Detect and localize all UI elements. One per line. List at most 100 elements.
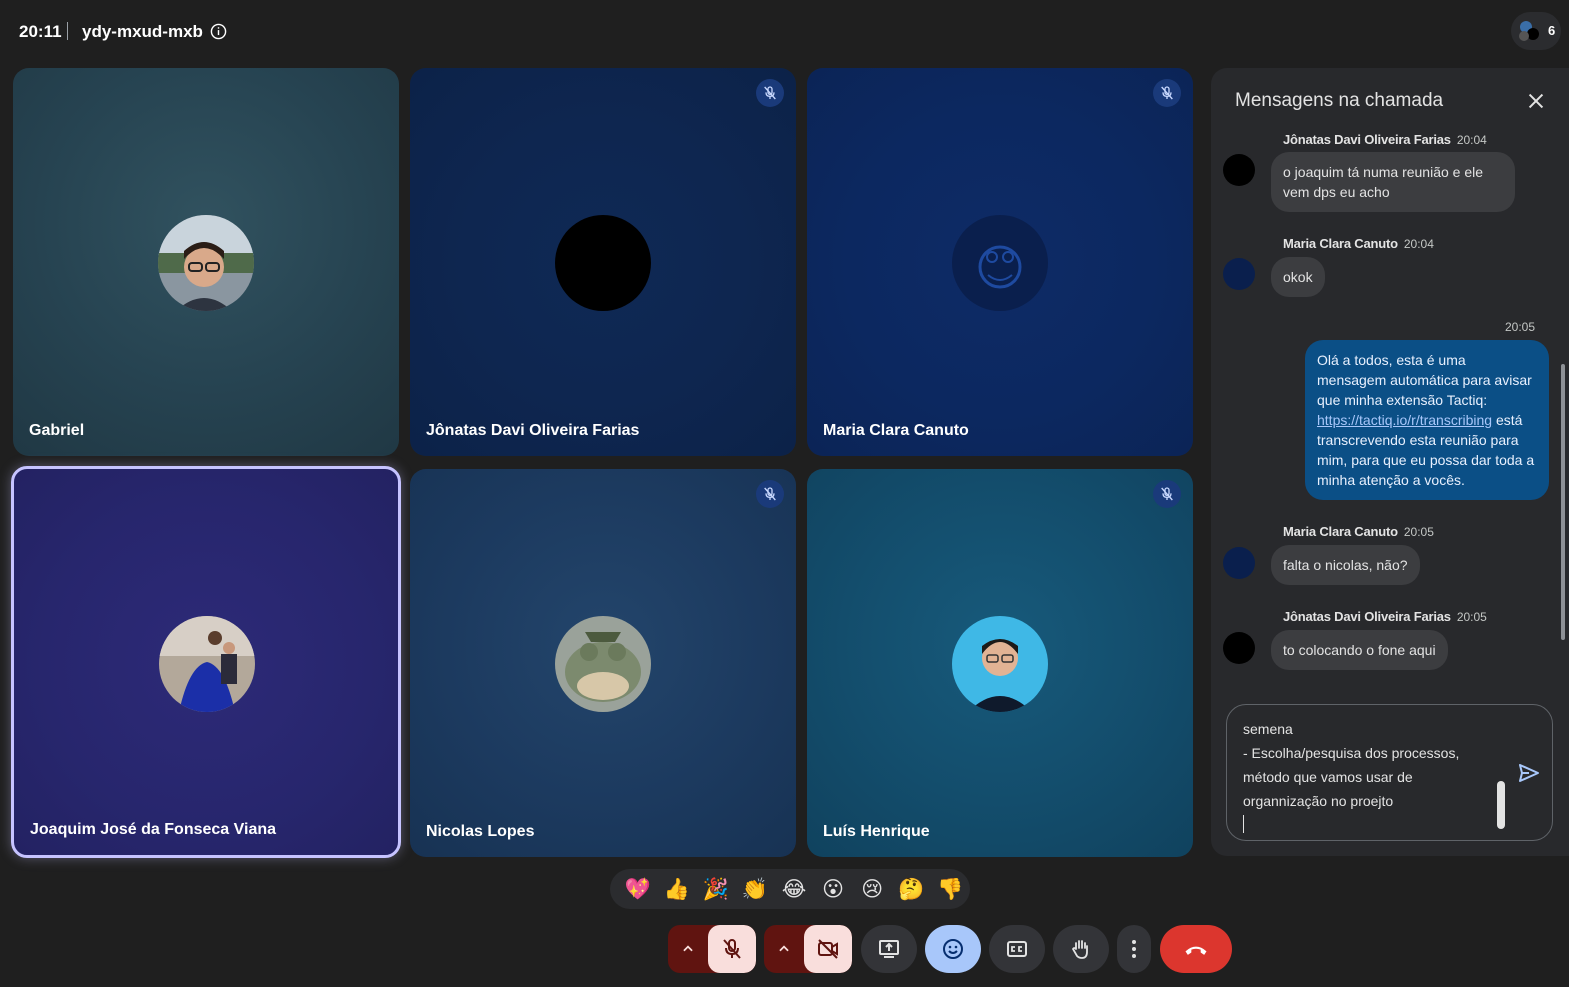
participant-tile[interactable]: Luís Henrique [807,469,1193,857]
message-line: okok [1283,269,1313,285]
chevron-up-icon [779,945,789,952]
reactions-button[interactable] [925,925,981,973]
message-text: está [1492,412,1523,428]
participant-tile[interactable]: Maria Clara Canuto [807,68,1193,456]
raise-hand-button[interactable] [1053,925,1109,973]
message-sender: Jônatas Davi Oliveira Farias [1283,609,1451,624]
message-bubble-own: Olá a todos, esta é uma mensagem automát… [1305,340,1549,500]
message-bubble: o joaquim tá numa reunião e ele vem dps … [1271,152,1515,212]
present-screen-icon [879,940,899,958]
mic-off-icon [1153,79,1181,107]
captions-button[interactable] [989,925,1045,973]
compose-text[interactable]: semena - Escolha/pesquisa dos processos,… [1243,717,1459,813]
mic-control-group [668,925,756,973]
message-line: transcrevendo esta reunião para [1317,432,1519,448]
reaction-thumbs-down[interactable]: 👎 [931,869,970,909]
reactions-bar: 💖 👍 🎉 👏 😂 😮 😢 🤔 👎 [610,869,970,909]
mic-off-icon [756,79,784,107]
message-line: Olá a todos, esta é uma [1317,352,1466,368]
chat-scrollbar[interactable] [1561,364,1565,640]
reaction-party[interactable]: 🎉 [696,869,735,909]
avatar [555,616,651,712]
clock: 20:11 [19,22,62,41]
message-line: falta o nicolas, não? [1283,557,1408,573]
reaction-clap[interactable]: 👏 [735,869,774,909]
people-button[interactable]: 6 [1511,12,1561,50]
message-line: mensagem automática para avisar [1317,372,1532,388]
message-header: Maria Clara Canuto 20:05 [1283,524,1434,539]
top-bar: 20:11 ydy-mxud-mxb 6 [0,0,1569,62]
message-time: 20:05 [1505,320,1536,334]
meeting-code: ydy-mxud-mxb [82,22,203,41]
chat-title: Mensagens na chamada [1235,90,1444,111]
camera-off-icon [818,939,838,959]
participant-name: Luís Henrique [823,823,930,840]
mic-off-icon [1153,480,1181,508]
participant-name: Joaquim José da Fonseca Viana [30,821,277,838]
message-line: mim, para que eu possa dar toda a [1317,452,1535,468]
message-header: Jônatas Davi Oliveira Farias 20:05 [1283,609,1487,624]
end-call-icon [1185,946,1207,955]
message-time: 20:04 [1456,133,1487,147]
message-time: 20:04 [1403,237,1434,251]
compose-scrollbar[interactable] [1497,781,1505,829]
avatar [952,215,1048,311]
participant-avatars-icon [1519,21,1539,41]
participant-tile[interactable]: Nicolas Lopes [410,469,796,857]
reaction-thinking[interactable]: 🤔 [892,869,931,909]
message-time: 20:05 [1403,525,1434,539]
participant-count: 6 [1548,23,1556,38]
text-caret [1243,815,1244,833]
message-sender: Maria Clara Canuto [1283,236,1398,251]
participant-tile-speaking[interactable]: Joaquim José da Fonseca Viana [11,466,401,858]
message-line: vem dps eu acho [1283,184,1390,200]
reaction-thumbs-up[interactable]: 👍 [657,869,696,909]
message-header: Jônatas Davi Oliveira Farias 20:04 [1283,132,1487,147]
message-bubble: okok [1271,257,1325,297]
participant-name: Gabriel [29,422,85,439]
tactiq-link[interactable]: https://tactiq.io/r/transcribing [1317,412,1492,428]
message-line: que minha extensão Tactiq: [1317,392,1488,408]
audio-options-button[interactable] [668,925,708,973]
reaction-sad[interactable]: 😢 [853,869,892,909]
message-sender: Jônatas Davi Oliveira Farias [1283,132,1451,147]
leave-call-button[interactable] [1160,925,1232,973]
reaction-heart[interactable]: 💖 [618,869,657,909]
smiley-icon [943,939,963,959]
send-icon[interactable] [1517,761,1541,785]
avatar [555,215,651,311]
hand-icon [1071,940,1088,959]
mic-toggle-button[interactable] [708,925,756,973]
chevron-up-icon [683,945,693,952]
message-line: to colocando o fone aqui [1283,642,1436,658]
reaction-surprised[interactable]: 😮 [814,869,853,909]
message-time: 20:05 [1456,610,1487,624]
more-vert-icon [1132,940,1136,958]
message-bubble: falta o nicolas, não? [1271,545,1420,585]
more-options-button[interactable] [1117,925,1151,973]
avatar [159,616,255,712]
video-options-button[interactable] [764,925,804,973]
info-icon[interactable] [210,23,227,40]
divider [67,22,68,40]
avatar [1223,632,1255,664]
participant-name: Jônatas Davi Oliveira Farias [426,422,640,439]
chat-compose-input[interactable]: semena - Escolha/pesquisa dos processos,… [1226,704,1553,841]
message-line: https://tactiq.io/r/transcribing está [1317,410,1537,430]
participant-tile[interactable]: Jônatas Davi Oliveira Farias [410,68,796,456]
avatar [952,616,1048,712]
participant-tile[interactable]: Gabriel [13,68,399,456]
camera-toggle-button[interactable] [804,925,852,973]
close-icon[interactable] [1525,90,1547,112]
message-header: Maria Clara Canuto 20:04 [1283,236,1434,251]
participant-name: Nicolas Lopes [426,823,535,840]
participant-name: Maria Clara Canuto [823,422,969,439]
avatar [1223,547,1255,579]
present-screen-button[interactable] [861,925,917,973]
avatar [158,215,254,311]
avatar [1223,154,1255,186]
captions-icon [1007,941,1027,957]
reaction-laugh[interactable]: 😂 [774,869,813,909]
mic-off-icon [756,480,784,508]
avatar [1223,258,1255,290]
